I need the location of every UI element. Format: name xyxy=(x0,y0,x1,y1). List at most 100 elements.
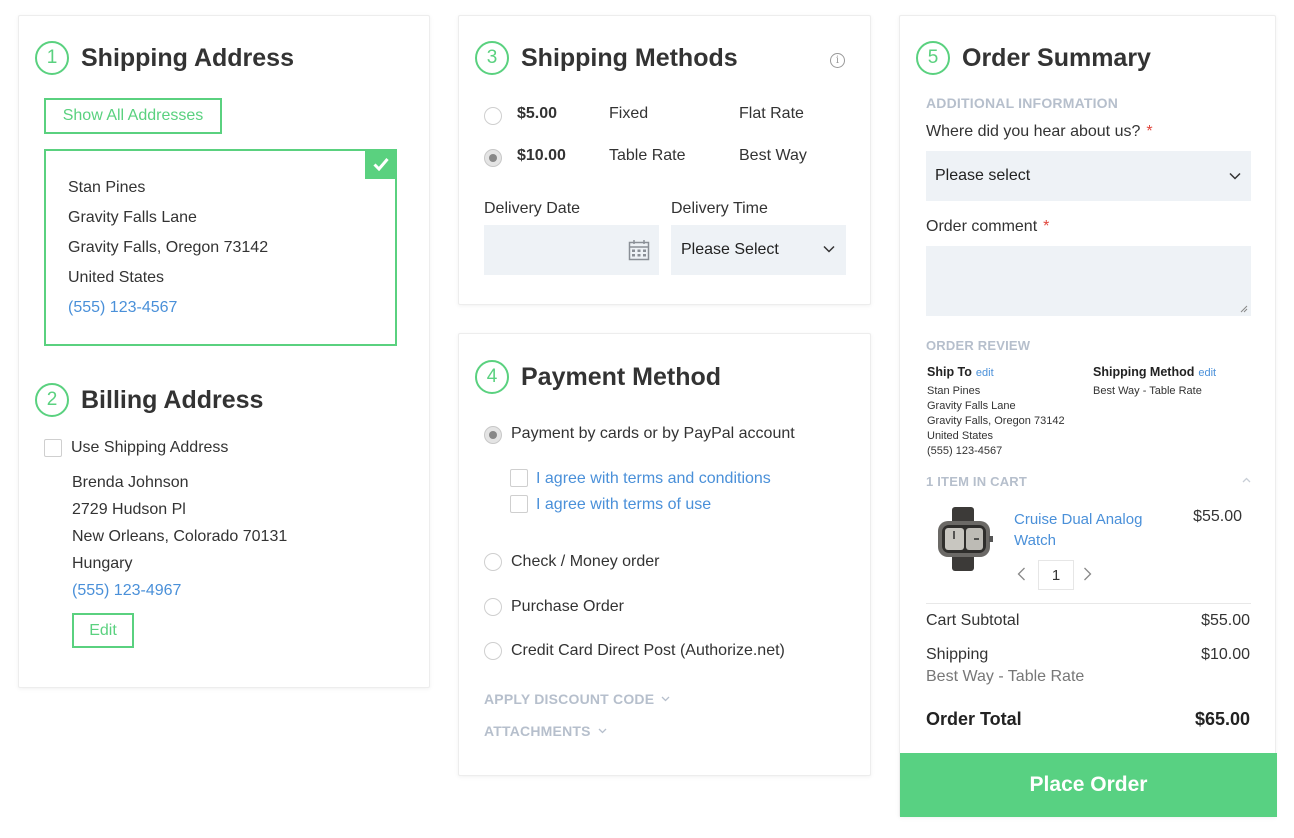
payment-option-radio[interactable] xyxy=(484,598,502,616)
shipping-value: $10.00 xyxy=(1201,646,1250,663)
shipping-carrier: Flat Rate xyxy=(739,105,804,122)
address-card: 1 Shipping Address Show All Addresses St… xyxy=(18,15,430,688)
divider xyxy=(926,603,1251,604)
chevron-down-icon xyxy=(661,696,670,702)
decrease-qty-icon[interactable] xyxy=(1017,567,1026,581)
agree-terms-conditions-checkbox[interactable] xyxy=(510,469,528,487)
billing-address-header: 2 Billing Address xyxy=(35,383,263,417)
shipping-option-row[interactable]: $5.00 Fixed Flat Rate xyxy=(459,102,872,128)
selected-address-box[interactable]: Stan Pines Gravity Falls Lane Gravity Fa… xyxy=(44,149,397,346)
address-country: United States xyxy=(68,269,165,286)
payment-option-radio[interactable] xyxy=(484,642,502,660)
section-title: Shipping Methods xyxy=(521,43,738,72)
ship-to-heading: Ship To edit xyxy=(927,365,994,379)
ship-to-phone[interactable]: (555) 123-4567 xyxy=(927,445,1002,457)
shipping-option-radio[interactable] xyxy=(484,149,502,167)
order-comment-label: Order comment * xyxy=(926,218,1049,236)
payment-method-header: 4 Payment Method xyxy=(475,360,721,394)
payment-option-label[interactable]: Check / Money order xyxy=(511,553,660,571)
payment-option-radio[interactable] xyxy=(484,553,502,571)
section-title: Shipping Address xyxy=(81,43,294,72)
address-city: Gravity Falls, Oregon 73142 xyxy=(68,239,269,256)
address-phone[interactable]: (555) 123-4567 xyxy=(68,299,177,317)
delivery-date-input[interactable] xyxy=(484,225,659,275)
order-review-label: ORDER REVIEW xyxy=(926,338,1031,353)
required-mark: * xyxy=(1043,218,1050,235)
chevron-down-icon xyxy=(598,728,607,734)
apply-discount-toggle[interactable]: APPLY DISCOUNT CODE xyxy=(484,691,670,707)
shipping-method-heading: Shipping Method edit xyxy=(1093,365,1216,379)
additional-info-label: ADDITIONAL INFORMATION xyxy=(926,95,1119,111)
shipping-address-header: 1 Shipping Address xyxy=(35,41,294,75)
product-price: $55.00 xyxy=(1193,508,1242,525)
order-total-label: Order Total xyxy=(926,709,1022,729)
payment-option-label[interactable]: Credit Card Direct Post (Authorize.net) xyxy=(511,642,785,660)
quantity-input[interactable]: 1 xyxy=(1038,560,1074,590)
use-shipping-address-label[interactable]: Use Shipping Address xyxy=(71,439,228,457)
attachments-toggle[interactable]: ATTACHMENTS xyxy=(484,723,607,739)
subtotal-label: Cart Subtotal xyxy=(926,612,1020,629)
apply-discount-label[interactable]: APPLY DISCOUNT CODE xyxy=(484,691,654,707)
shipping-option-radio[interactable] xyxy=(484,107,502,125)
hear-about-text: Where did you hear about us? xyxy=(926,123,1141,140)
items-in-cart-label[interactable]: 1 ITEM IN CART xyxy=(926,474,1027,489)
section-title: Order Summary xyxy=(962,43,1151,72)
info-icon[interactable]: i xyxy=(830,53,845,68)
agree-terms-conditions-link[interactable]: I agree with terms and conditions xyxy=(536,470,771,488)
selected-check-icon xyxy=(365,149,397,179)
hear-about-value: Please select xyxy=(935,167,1031,184)
show-all-addresses-button[interactable]: Show All Addresses xyxy=(44,98,222,134)
payment-method-card: 4 Payment Method Payment by cards or by … xyxy=(458,333,871,776)
shipping-option-row[interactable]: $10.00 Table Rate Best Way xyxy=(459,144,872,170)
shipping-method: Fixed xyxy=(609,105,649,122)
shipping-label: Shipping xyxy=(926,646,989,663)
shipping-method-value: Best Way - Table Rate xyxy=(1093,385,1202,397)
use-shipping-address-checkbox[interactable] xyxy=(44,439,62,457)
hear-about-select[interactable]: Please select xyxy=(926,151,1251,201)
delivery-time-select[interactable]: Please Select xyxy=(671,225,846,275)
billing-country: Hungary xyxy=(72,555,133,572)
payment-option-label[interactable]: Purchase Order xyxy=(511,598,624,616)
order-summary-card: 5 Order Summary ADDITIONAL INFORMATION W… xyxy=(899,15,1277,817)
subtotal-value: $55.00 xyxy=(1201,612,1250,629)
calendar-icon[interactable] xyxy=(628,239,650,261)
ship-to-line: Gravity Falls Lane xyxy=(927,400,1016,412)
delivery-time-label: Delivery Time xyxy=(671,200,768,217)
billing-name: Brenda Johnson xyxy=(72,474,189,491)
shipping-method: Table Rate xyxy=(609,147,686,164)
order-summary-header: 5 Order Summary xyxy=(916,41,1151,75)
ship-to-line: Stan Pines xyxy=(927,385,981,397)
product-thumbnail[interactable] xyxy=(934,507,994,571)
edit-billing-button[interactable]: Edit xyxy=(72,613,134,648)
billing-phone[interactable]: (555) 123-4967 xyxy=(72,582,181,600)
place-order-button[interactable]: Place Order xyxy=(900,753,1277,817)
shipping-price: $10.00 xyxy=(517,147,566,164)
order-total-value: $65.00 xyxy=(1194,709,1250,729)
step-number: 1 xyxy=(35,41,69,75)
hear-about-label: Where did you hear about us? * xyxy=(926,123,1153,141)
step-number: 5 xyxy=(916,41,950,75)
attachments-label[interactable]: ATTACHMENTS xyxy=(484,723,591,739)
delivery-date-label: Delivery Date xyxy=(484,200,581,217)
address-name: Stan Pines xyxy=(68,179,146,196)
shipping-carrier: Best Way xyxy=(739,147,807,164)
order-comment-textarea[interactable] xyxy=(926,246,1251,316)
billing-street: 2729 Hudson Pl xyxy=(72,501,186,518)
product-name-link[interactable]: Cruise Dual Analog Watch xyxy=(1014,509,1164,551)
shipping-method-label: Shipping Method xyxy=(1093,365,1195,379)
shipping-methods-card: 3 Shipping Methods i $5.00 Fixed Flat Ra… xyxy=(458,15,871,305)
order-comment-text: Order comment xyxy=(926,218,1038,235)
step-number: 3 xyxy=(475,41,509,75)
shipping-method-edit-link[interactable]: edit xyxy=(1198,367,1216,379)
agree-terms-use-link[interactable]: I agree with terms of use xyxy=(536,496,711,514)
payment-option-radio[interactable] xyxy=(484,426,502,444)
payment-option-label[interactable]: Payment by cards or by PayPal account xyxy=(511,425,795,443)
ship-to-edit-link[interactable]: edit xyxy=(976,367,994,379)
resize-handle-icon[interactable] xyxy=(1240,305,1248,313)
delivery-time-value: Please Select xyxy=(681,241,779,258)
chevron-up-icon[interactable] xyxy=(1242,477,1251,483)
billing-city: New Orleans, Colorado 70131 xyxy=(72,528,288,545)
increase-qty-icon[interactable] xyxy=(1083,567,1092,581)
shipping-methods-header: 3 Shipping Methods xyxy=(475,41,738,75)
agree-terms-use-checkbox[interactable] xyxy=(510,495,528,513)
